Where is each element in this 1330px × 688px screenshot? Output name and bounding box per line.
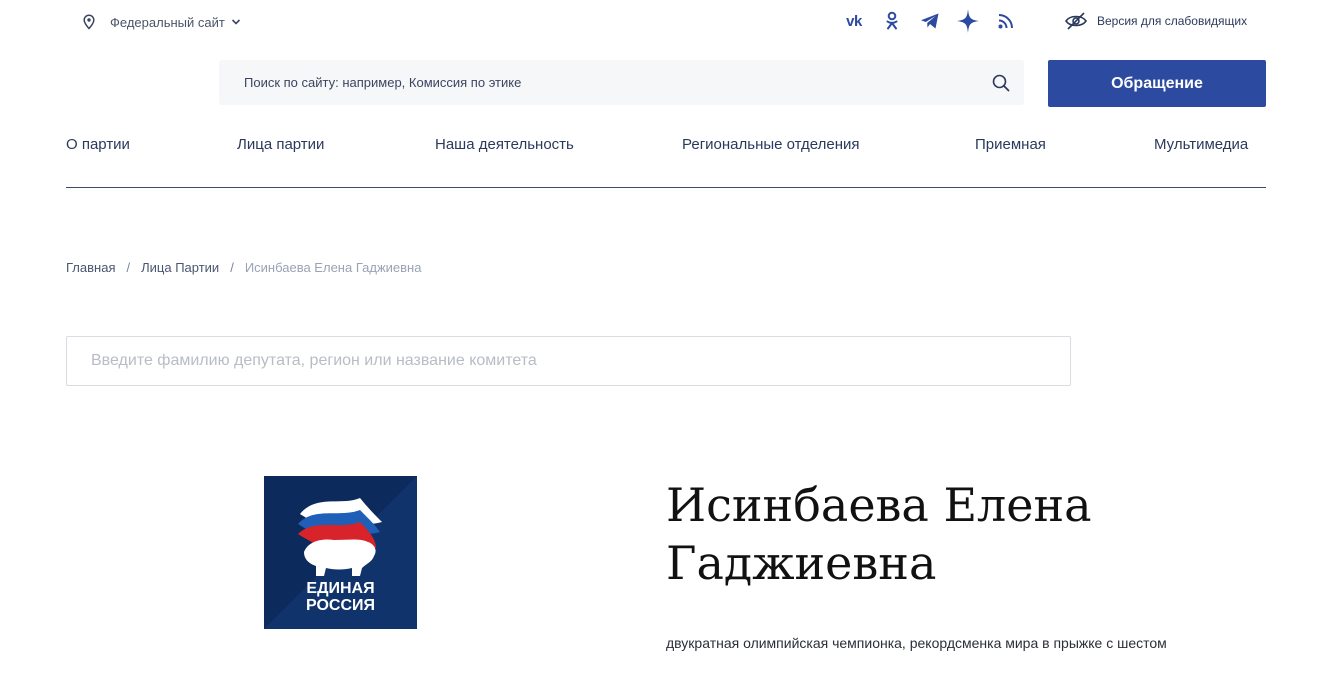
odnoklassniki-icon[interactable] (880, 9, 904, 33)
nav-item-regions[interactable]: Региональные отделения (682, 136, 860, 153)
party-logo-image: ЕДИНАЯ РОССИЯ (264, 476, 417, 629)
person-description: двукратная олимпийская чемпионка, рекорд… (666, 635, 1167, 651)
person-name: Исинбаева Елена Гаджиевна (666, 478, 1092, 590)
site-selector[interactable]: Федеральный сайт (82, 12, 241, 32)
eye-crossed-icon (1064, 11, 1088, 31)
breadcrumb-current: Исинбаева Елена Гаджиевна (244, 260, 422, 275)
low-vision-link[interactable]: Версия для слабовидящих (1064, 10, 1247, 32)
nav-item-activity[interactable]: Наша деятельность (435, 136, 574, 153)
member-search (66, 336, 1071, 386)
logo-text-line1: ЕДИНАЯ (306, 580, 374, 597)
location-pin-icon (82, 14, 96, 30)
appeal-button[interactable]: Обращение (1048, 60, 1266, 107)
breadcrumb-separator: / (230, 260, 234, 275)
member-search-input[interactable] (67, 337, 1070, 385)
logo-text-line2: РОССИЯ (306, 597, 375, 614)
star-icon[interactable] (956, 9, 980, 33)
nav-item-multimedia[interactable]: Мультимедиа (1154, 136, 1248, 153)
nav-divider (66, 187, 1266, 188)
search-icon[interactable] (992, 74, 1010, 92)
top-bar: Федеральный сайт vk Версия для слабовидя… (0, 0, 1330, 44)
nav-item-faces[interactable]: Лица партии (237, 136, 324, 153)
breadcrumb-faces[interactable]: Лица Партии (141, 260, 219, 275)
breadcrumb: Главная / Лица Партии / Исинбаева Елена … (66, 260, 421, 275)
social-links: vk (842, 9, 1032, 33)
low-vision-label: Версия для слабовидящих (1097, 14, 1248, 28)
site-selector-label: Федеральный сайт (110, 14, 225, 30)
nav-item-reception[interactable]: Приемная (975, 136, 1046, 153)
chevron-down-icon (231, 18, 241, 26)
main-nav: О партии Лица партии Наша деятельность Р… (66, 136, 1266, 156)
breadcrumb-home[interactable]: Главная (66, 260, 115, 275)
vk-icon[interactable]: vk (842, 9, 866, 33)
rss-icon[interactable] (994, 9, 1018, 33)
site-search-input[interactable] (219, 60, 959, 105)
nav-item-about[interactable]: О партии (66, 136, 130, 153)
site-search (219, 60, 1024, 105)
breadcrumb-separator: / (126, 260, 131, 275)
telegram-icon[interactable] (918, 9, 942, 33)
